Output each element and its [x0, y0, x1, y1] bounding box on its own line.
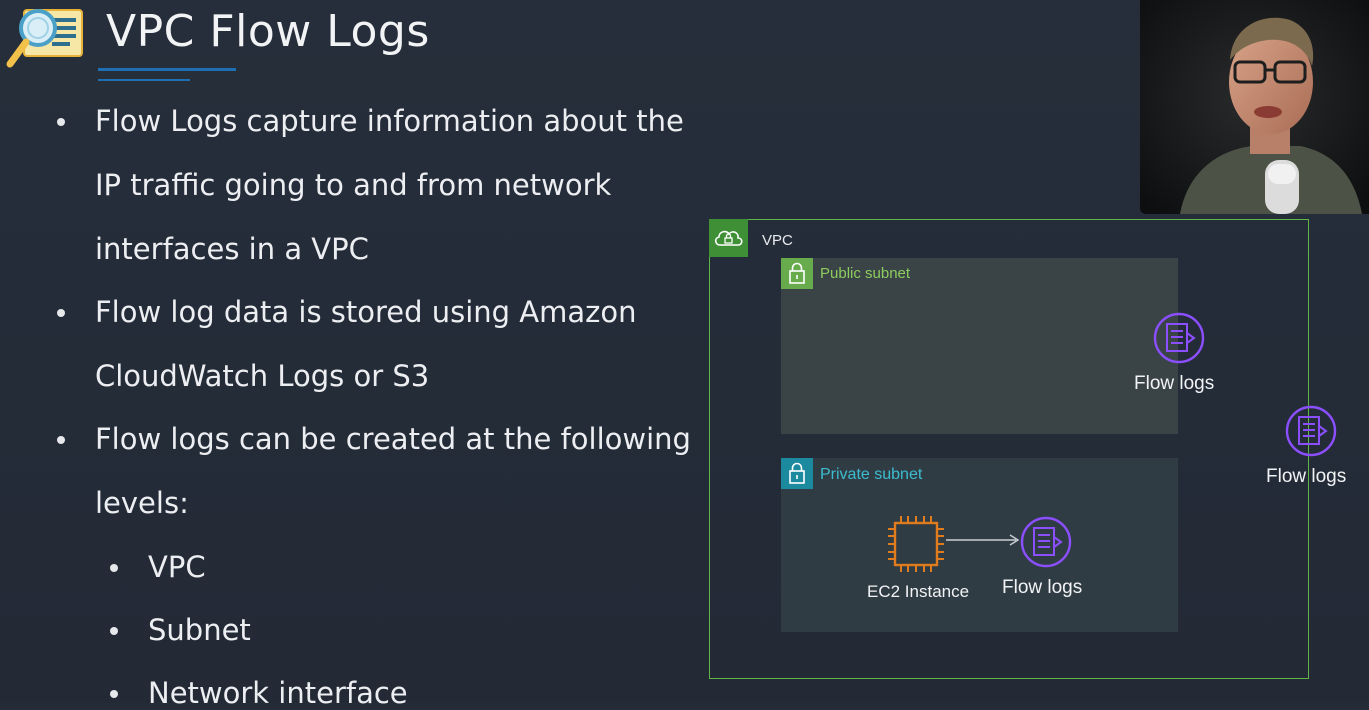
- cloud-lock-icon: [709, 219, 748, 257]
- private-subnet-label: Private subnet: [820, 466, 923, 483]
- bullet-text: Flow log data is stored using Amazon: [95, 295, 637, 329]
- slide: VPC Flow Logs Flow Logs capture informat…: [0, 0, 1369, 710]
- flow-logs-label: Flow logs: [1266, 466, 1347, 487]
- arrow-connector: [946, 534, 1020, 546]
- bullet-text: Flow Logs capture information about the: [95, 104, 684, 138]
- flow-logs-icon: [1285, 405, 1337, 457]
- title-underline-short: [98, 79, 190, 81]
- bullet-dot: [57, 118, 65, 126]
- flow-logs-label: Flow logs: [1002, 577, 1083, 598]
- title-underline: [98, 68, 236, 71]
- ec2-instance-label: EC2 Instance: [867, 582, 970, 601]
- ec2-chip-icon: [888, 516, 944, 572]
- sub-bullet-dot: [110, 690, 118, 698]
- flow-logs-label: Flow logs: [1134, 373, 1215, 394]
- bullet-text: Flow logs can be created at the followin…: [95, 422, 691, 456]
- public-subnet-label: Public subnet: [820, 265, 911, 282]
- vpc-label: VPC: [762, 232, 793, 249]
- flow-logs-icon: [1020, 516, 1072, 568]
- sub-bullet-text: VPC: [148, 550, 206, 584]
- page-title: VPC Flow Logs: [106, 6, 430, 57]
- sub-bullet-text: Subnet: [148, 613, 251, 647]
- bullet-text: interfaces in a VPC: [95, 232, 369, 266]
- sub-bullet-text: Network interface: [148, 676, 408, 710]
- public-subnet: [781, 258, 1178, 434]
- sub-bullet-dot: [110, 627, 118, 635]
- sub-bullet-dot: [110, 564, 118, 572]
- lock-icon: [781, 258, 813, 289]
- bullet-dot: [57, 309, 65, 317]
- bullet-dot: [57, 436, 65, 444]
- bullet-text: CloudWatch Logs or S3: [95, 359, 430, 393]
- magnifier-logo-icon: [6, 9, 83, 68]
- bullet-text: levels:: [95, 486, 189, 520]
- lock-icon: [781, 458, 813, 489]
- bullet-text: IP traffic going to and from network: [95, 168, 612, 202]
- flow-logs-icon: [1153, 312, 1205, 364]
- presenter-webcam: [1140, 0, 1369, 214]
